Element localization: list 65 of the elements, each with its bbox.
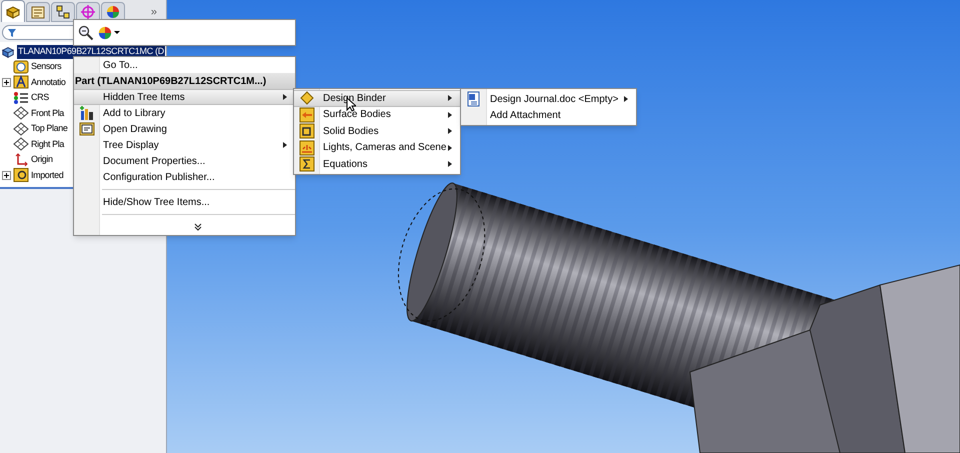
coordinate-system-icon — [13, 90, 29, 105]
expand-icon[interactable] — [2, 170, 11, 180]
menu-item[interactable]: Open Drawing — [74, 121, 295, 137]
property-sheet-icon — [30, 4, 46, 20]
appearance-dropdown[interactable] — [98, 26, 120, 40]
tree-item[interactable]: Origin — [31, 153, 53, 166]
submenu-arrow-icon — [448, 95, 452, 102]
configuration-icon — [55, 4, 71, 20]
part-icon — [1, 45, 15, 59]
parts-icon — [5, 4, 21, 20]
sigma-icon — [299, 156, 315, 172]
sensor-icon — [13, 60, 29, 74]
color-wheel-icon — [105, 4, 121, 20]
diamond-icon — [299, 90, 315, 106]
solid-body-icon — [299, 123, 315, 140]
menu-item[interactable]: Lights, Cameras and Scene — [294, 140, 460, 156]
submenu-arrow-icon — [448, 144, 452, 151]
menu-item[interactable]: Configuration Publisher... — [74, 169, 295, 185]
caret-icon — [114, 31, 120, 34]
color-wheel-icon — [98, 26, 112, 40]
imported-body-icon — [13, 168, 29, 182]
tree-item[interactable]: Annotatio — [31, 76, 66, 89]
menu-item[interactable]: Hide/Show Tree Items... — [74, 194, 295, 210]
submenu-arrow-icon — [448, 128, 452, 134]
tree-item[interactable]: Front Pla — [31, 106, 64, 120]
plane-icon — [13, 137, 29, 152]
submenu-arrow-icon — [448, 161, 452, 168]
menu-header: Part (TLANAN10P69B27L12SCRTC1M...) — [74, 73, 295, 89]
filter-icon — [7, 28, 17, 38]
panel-tab[interactable] — [51, 2, 75, 22]
annotation-icon — [13, 75, 29, 90]
expand-icon[interactable] — [2, 78, 11, 87]
library-icon — [79, 105, 95, 121]
plane-icon — [13, 106, 29, 120]
menu-item[interactable]: Tree Display — [74, 137, 295, 153]
expand-menu-icon[interactable] — [194, 223, 202, 231]
plane-icon — [13, 122, 29, 136]
submenu-arrow-icon — [448, 112, 452, 118]
drawing-icon — [79, 121, 95, 137]
menu-item[interactable]: Solid Bodies — [294, 123, 460, 140]
panel-tab[interactable] — [26, 2, 50, 22]
tree-item[interactable]: Sensors — [31, 60, 62, 74]
more-tabs-button[interactable]: » — [150, 2, 157, 22]
submenu-arrow-icon — [283, 142, 287, 148]
zoom-icon[interactable] — [78, 24, 94, 40]
tree-item[interactable]: CRS — [31, 91, 49, 104]
document-icon — [466, 91, 482, 107]
menu-item[interactable]: Equations — [294, 156, 460, 172]
menu-item[interactable]: Add to Library — [74, 105, 295, 121]
menu-item[interactable]: Surface Bodies — [294, 106, 460, 123]
submenu-arrow-icon — [624, 96, 628, 102]
panel-tab[interactable] — [1, 0, 25, 22]
menu-item[interactable]: Document Properties... — [74, 153, 295, 169]
origin-icon — [13, 152, 29, 167]
light-icon — [299, 140, 315, 156]
tree-item[interactable]: Right Pla — [31, 138, 64, 151]
menu-item[interactable]: Go To... — [74, 57, 295, 73]
crosshair-icon — [80, 4, 96, 20]
tree-item[interactable]: Imported — [31, 168, 64, 182]
tree-item[interactable]: Top Plane — [31, 122, 68, 136]
menu-item[interactable]: Hidden Tree Items — [74, 89, 295, 105]
surface-body-icon — [299, 106, 315, 123]
submenu-arrow-icon — [283, 94, 287, 100]
menu-item[interactable]: Add Attachment — [461, 107, 636, 123]
menu-item[interactable]: Design Journal.doc <Empty> — [461, 91, 636, 107]
